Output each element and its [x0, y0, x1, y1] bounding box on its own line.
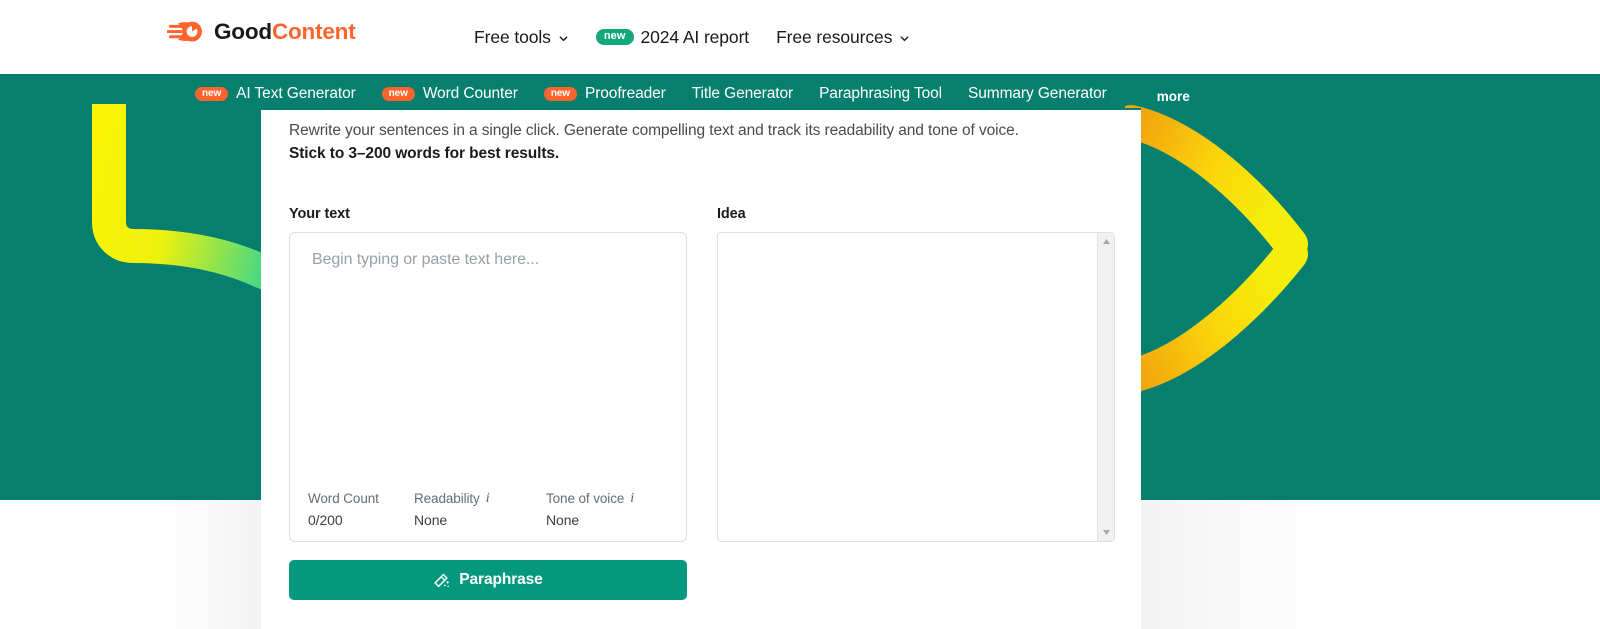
stat-word-count-value: 0/200: [308, 512, 343, 528]
stat-word-count-label-text: Word Count: [308, 491, 379, 506]
stat-tone-of-voice-label-text: Tone of voice: [546, 491, 625, 506]
nav-item-free-resources[interactable]: Free resources: [776, 27, 910, 48]
info-icon[interactable]: i: [486, 491, 490, 506]
nav-badge-new: new: [595, 28, 634, 46]
nav-item-ai-report[interactable]: new 2024 AI report: [595, 26, 750, 48]
tool-link-proofreader[interactable]: new Proofreader: [543, 85, 666, 103]
primary-nav: Free tools new 2024 AI report Free resou…: [474, 0, 910, 74]
tool-link-more[interactable]: more: [1157, 89, 1190, 104]
idea-scrollbar[interactable]: [1097, 233, 1114, 541]
stat-word-count: Word Count 0/200: [308, 491, 414, 528]
brand-name-part1: Good: [214, 18, 272, 44]
tool-link-proofreader-label: Proofreader: [584, 85, 666, 102]
stat-readability-value: None: [414, 512, 448, 528]
stat-readability-label: Readability i: [414, 491, 546, 506]
info-icon[interactable]: i: [630, 491, 634, 506]
tool-badge-new: new: [543, 86, 577, 102]
stat-readability-label-text: Readability: [414, 491, 480, 506]
chevron-down-icon: [559, 35, 568, 41]
bottom-right-shade: [1141, 500, 1600, 629]
tool-link-paraphrasing-tool[interactable]: Paraphrasing Tool: [819, 85, 942, 103]
idea-label: Idea: [717, 206, 746, 222]
tool-link-ai-text-generator[interactable]: new AI Text Generator: [195, 85, 356, 103]
tool-link-summary-generator[interactable]: Summary Generator: [968, 85, 1107, 103]
stat-tone-of-voice: Tone of voice i None: [546, 491, 666, 528]
card-description: Rewrite your sentences in a single click…: [289, 120, 1099, 165]
decor-right-chevron: [1125, 105, 1308, 393]
comet-logo-icon: [167, 21, 202, 42]
paraphrasing-tool-card: Rewrite your sentences in a single click…: [261, 108, 1141, 629]
tool-link-word-counter[interactable]: new Word Counter: [381, 85, 518, 103]
stat-tone-of-voice-value: None: [546, 512, 580, 528]
stat-word-count-label: Word Count: [308, 491, 414, 506]
bottom-left-shade: [0, 500, 261, 629]
nav-item-free-tools[interactable]: Free tools: [474, 27, 569, 48]
tools-nav: new AI Text Generator new Word Counter n…: [0, 78, 1600, 110]
scroll-down-arrow-icon[interactable]: [1098, 524, 1115, 541]
nav-item-ai-report-label: 2024 AI report: [640, 26, 750, 47]
magic-wand-icon: [434, 573, 450, 587]
tool-link-title-generator[interactable]: Title Generator: [692, 85, 793, 103]
tool-link-word-counter-label: Word Counter: [422, 85, 518, 102]
site-header: GoodContent Free tools new 2024 AI repor…: [0, 0, 1600, 74]
editor-stats-bar: Word Count 0/200 Readability i None Tone…: [308, 491, 666, 528]
tool-link-paraphrasing-tool-label: Paraphrasing Tool: [819, 85, 943, 102]
tool-link-title-generator-label: Title Generator: [691, 85, 794, 102]
tool-link-ai-text-generator-label: AI Text Generator: [236, 85, 356, 102]
stat-tone-of-voice-label: Tone of voice i: [546, 491, 666, 506]
chevron-down-icon: [900, 35, 909, 41]
stat-readability: Readability i None: [414, 491, 546, 528]
tool-link-summary-generator-label: Summary Generator: [968, 85, 1107, 102]
paraphrase-button[interactable]: Paraphrase: [289, 560, 687, 600]
tool-badge-new: new: [195, 86, 229, 102]
card-description-line2: Stick to 3–200 words for best results.: [289, 145, 560, 162]
brand-name-part2: Content: [271, 18, 356, 44]
tool-badge-new: new: [381, 86, 415, 102]
nav-item-free-resources-label: Free resources: [776, 26, 893, 47]
brand-logo[interactable]: GoodContent: [167, 19, 356, 45]
source-text-placeholder: Begin typing or paste text here...: [312, 251, 539, 268]
brand-name: GoodContent: [214, 18, 356, 44]
your-text-label: Your text: [289, 206, 350, 222]
card-description-line1: Rewrite your sentences in a single click…: [289, 122, 1019, 139]
idea-output-box[interactable]: [717, 232, 1115, 542]
scroll-up-arrow-icon[interactable]: [1098, 233, 1115, 250]
paraphrase-button-label: Paraphrase: [459, 571, 543, 588]
source-text-editor[interactable]: Begin typing or paste text here... Word …: [289, 232, 687, 542]
nav-item-free-tools-label: Free tools: [474, 26, 551, 47]
